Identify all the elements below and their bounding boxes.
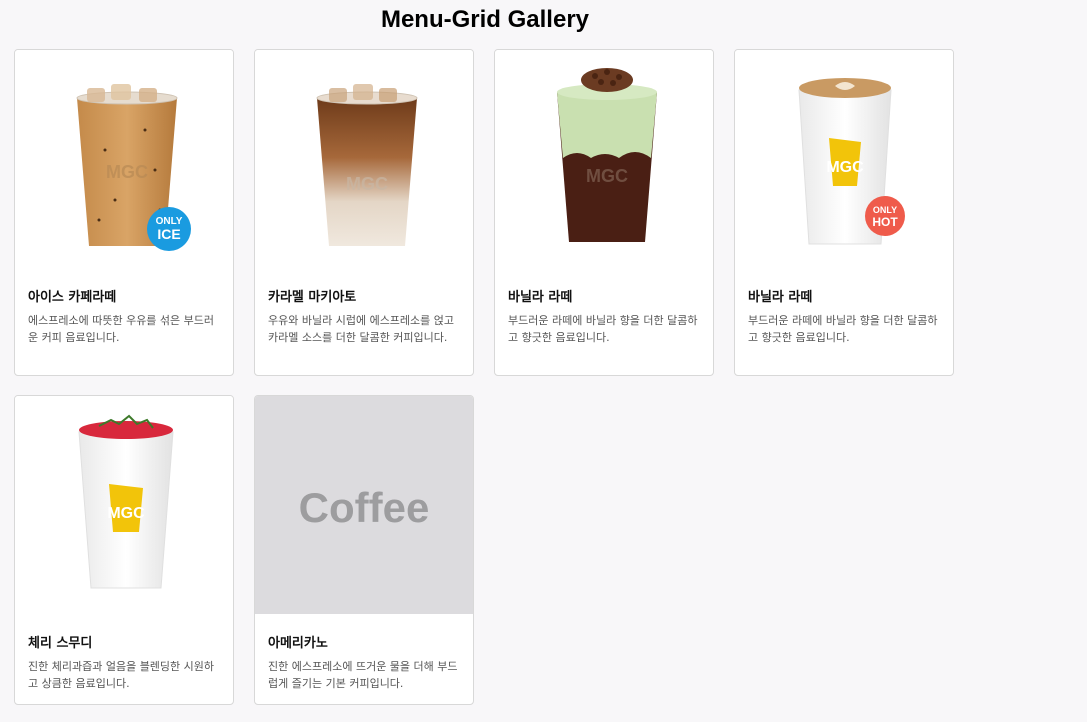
svg-text:MGC: MGC <box>826 159 864 176</box>
menu-card-caramel-macchiato[interactable]: MGC 카라멜 마키아토 우유와 바닐라 시럽에 에스프레소를 얹고 카라멜 소… <box>254 49 474 376</box>
product-image: MGC <box>15 396 233 614</box>
menu-item-name: 카라멜 마키아토 <box>268 290 357 305</box>
menu-item-description: 부드러운 라떼에 바닐라 향을 더한 달콤하고 향긋한 음료입니다. <box>748 314 938 344</box>
menu-item-description: 진한 체리과즙과 얼음을 블렌딩한 시원하고 상큼한 음료입니다. <box>28 660 215 690</box>
svg-text:MGC: MGC <box>346 174 388 194</box>
menu-item-description: 진한 에스프레소에 뜨거운 물을 더해 부드럽게 즐기는 기본 커피입니다. <box>268 660 458 690</box>
badge-text: HOT <box>872 215 898 229</box>
badge-text: ICE <box>157 226 181 242</box>
menu-card-vanilla-latte-2[interactable]: MGC ONLY HOT 바닐라 라떼 부드러운 라떼에 바닐라 향을 더한 달… <box>734 49 954 376</box>
product-image: MGC <box>255 50 473 268</box>
svg-text:MGC: MGC <box>107 505 145 522</box>
menu-card-americano[interactable]: Coffee 아메리카노 진한 에스프레소에 뜨거운 물을 더해 부드럽게 즐기… <box>254 395 474 705</box>
menu-item-description: 에스프레소에 따뜻한 우유를 섞은 부드러운 커피 음료입니다. <box>28 314 215 344</box>
menu-item-name: 아이스 카페라떼 <box>28 290 117 305</box>
svg-text:MGC: MGC <box>586 166 628 186</box>
menu-card-iced-latte[interactable]: MGC ONLY ICE 아이스 카페라떼 에스프레소에 따뜻한 우유를 섞은 … <box>14 49 234 376</box>
only-ice-badge: ONLY ICE <box>147 207 191 251</box>
menu-item-name: 체리 스무디 <box>28 636 93 651</box>
svg-text:MGC: MGC <box>106 162 148 182</box>
image-placeholder: Coffee <box>255 396 473 614</box>
menu-item-name: 바닐라 라떼 <box>508 290 573 305</box>
menu-item-description: 우유와 바닐라 시럽에 에스프레소를 얹고 카라멜 소스를 더한 달콤한 커피입… <box>268 314 455 344</box>
product-image: MGC ONLY ICE <box>15 50 233 268</box>
only-hot-badge: ONLY HOT <box>865 196 905 236</box>
product-image: MGC <box>495 50 713 268</box>
menu-card-cherry-smoothie[interactable]: MGC 체리 스무디 진한 체리과즙과 얼음을 블렌딩한 시원하고 상큼한 음료… <box>14 395 234 705</box>
menu-item-description: 부드러운 라떼에 바닐라 향을 더한 달콤하고 향긋한 음료입니다. <box>508 314 698 344</box>
placeholder-text: Coffee <box>298 484 430 531</box>
page-title: Menu-Grid Gallery <box>380 6 590 33</box>
product-image: MGC ONLY HOT <box>735 50 953 268</box>
menu-item-name: 바닐라 라떼 <box>748 290 813 305</box>
menu-item-name: 아메리카노 <box>268 636 328 651</box>
menu-card-vanilla-latte-1[interactable]: MGC 바닐라 라떼 부드러운 라떼에 바닐라 향을 더한 달콤하고 향긋한 음… <box>494 49 714 376</box>
